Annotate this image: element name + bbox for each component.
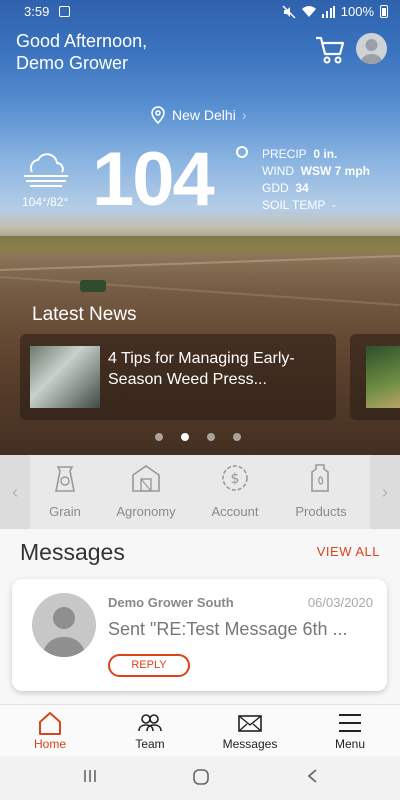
profile-avatar[interactable] <box>356 33 387 64</box>
nav-messages[interactable]: Messages <box>210 711 290 751</box>
cart-icon[interactable] <box>314 34 346 66</box>
scroll-right-icon[interactable]: › <box>370 455 400 529</box>
team-icon <box>138 714 162 732</box>
gdd-label: GDD <box>262 181 289 195</box>
envelope-icon <box>238 715 262 732</box>
map-pin-icon <box>151 106 165 124</box>
nav-label: Messages <box>222 737 278 751</box>
battery-icon <box>380 5 388 18</box>
message-date: 06/03/2020 <box>307 595 373 610</box>
wind-label: WIND <box>262 164 294 178</box>
sender-avatar <box>32 593 96 657</box>
user-silhouette-icon <box>42 607 86 657</box>
field-furrow <box>0 276 400 306</box>
category-agronomy[interactable]: Agronomy <box>111 461 181 519</box>
greeting-line-2: Demo Grower <box>16 53 129 73</box>
grain-bag-icon <box>55 466 75 492</box>
scroll-left-icon[interactable]: ‹ <box>0 455 30 529</box>
home-icon <box>39 712 61 735</box>
view-all-link[interactable]: VIEW ALL <box>317 544 380 559</box>
message-preview: Sent "RE:Test Message 6th ... <box>108 619 348 639</box>
soil-temp-row: SOIL TEMP - <box>262 197 370 214</box>
field-horizon <box>0 236 400 258</box>
category-account[interactable]: $ Account <box>200 461 270 519</box>
status-time: 3:59 <box>24 4 50 19</box>
carousel-dots <box>155 433 241 441</box>
category-label: Agronomy <box>116 504 176 519</box>
dollar-icon: $ <box>222 465 248 491</box>
messages-section: Messages VIEW ALL Demo Grower South 06/0… <box>0 529 400 704</box>
wind-row: WIND WSW 7 mph <box>262 163 370 180</box>
carousel-dot[interactable] <box>155 433 163 441</box>
bottom-navigation: Home Team Messages Menu <box>0 704 400 756</box>
category-label: Grain <box>49 504 81 519</box>
nav-label: Team <box>135 737 165 751</box>
nav-home[interactable]: Home <box>10 711 90 751</box>
soil-temp-value: - <box>332 198 337 212</box>
category-bar: ‹ Grain Agronomy $ Account Products › <box>0 455 400 529</box>
greeting-line-1: Good Afternoon, <box>16 31 148 51</box>
notification-icon <box>59 6 70 17</box>
cloudy-weather-icon <box>24 153 68 187</box>
nav-team[interactable]: Team <box>110 711 190 751</box>
latest-news-title: Latest News <box>32 304 137 325</box>
category-products[interactable]: Products <box>286 461 356 519</box>
message-sender: Demo Grower South <box>108 595 234 610</box>
degree-symbol <box>236 146 248 158</box>
soil-temp-label: SOIL TEMP <box>262 198 326 212</box>
signal-icon <box>321 5 335 18</box>
mute-icon <box>282 4 296 19</box>
news-card[interactable]: 4 Tips for Managing Early-Season Weed Pr… <box>20 334 336 420</box>
location-selector[interactable]: New Delhi › <box>150 106 246 124</box>
temp-hi-lo: 104°/82° <box>22 195 69 209</box>
precip-label: PRECIP <box>262 147 307 161</box>
precip-row: PRECIP 0 in. <box>262 146 370 163</box>
gdd-value: 34 <box>295 181 309 195</box>
current-temperature: 104 <box>92 137 215 222</box>
user-silhouette-icon <box>360 39 383 64</box>
category-grain[interactable]: Grain <box>30 461 100 519</box>
category-label: Account <box>211 504 259 519</box>
message-card[interactable]: Demo Grower South 06/03/2020 Sent "RE:Te… <box>12 579 387 691</box>
status-bar: 3:59 100% <box>0 0 400 24</box>
svg-text:$: $ <box>231 471 240 487</box>
home-button-icon[interactable] <box>192 768 210 786</box>
barn-icon <box>132 465 160 492</box>
nav-label: Menu <box>334 737 366 751</box>
news-headline: 4 Tips for Managing Early-Season Weed Pr… <box>108 350 295 388</box>
carousel-dot[interactable] <box>233 433 241 441</box>
tractor-image <box>80 280 106 292</box>
reply-button[interactable]: REPLY <box>108 654 190 677</box>
battery-percent: 100% <box>340 4 374 19</box>
category-label: Products <box>295 504 347 519</box>
greeting: Good Afternoon, Demo Grower <box>16 30 147 74</box>
weather-stats: PRECIP 0 in. WIND WSW 7 mph GDD 34 SOIL … <box>262 146 370 214</box>
jug-icon <box>311 464 329 492</box>
wind-value: WSW 7 mph <box>300 164 370 178</box>
news-card-next[interactable] <box>350 334 400 420</box>
hamburger-icon <box>339 714 361 732</box>
nav-label: Home <box>33 737 66 751</box>
carousel-dot[interactable] <box>207 433 215 441</box>
gdd-row: GDD 34 <box>262 180 370 197</box>
messages-title: Messages <box>20 539 125 565</box>
system-navigation-bar <box>0 756 400 800</box>
precip-value: 0 in. <box>313 147 338 161</box>
wifi-icon <box>301 5 316 17</box>
location-name: New Delhi <box>172 107 236 123</box>
news-thumbnail <box>366 346 400 408</box>
carousel-dot-active[interactable] <box>181 433 189 441</box>
nav-menu[interactable]: Menu <box>310 711 390 751</box>
chevron-right-icon: › <box>241 107 247 123</box>
recents-icon[interactable] <box>82 768 98 784</box>
news-thumbnail <box>30 346 100 408</box>
back-icon[interactable] <box>306 768 320 784</box>
